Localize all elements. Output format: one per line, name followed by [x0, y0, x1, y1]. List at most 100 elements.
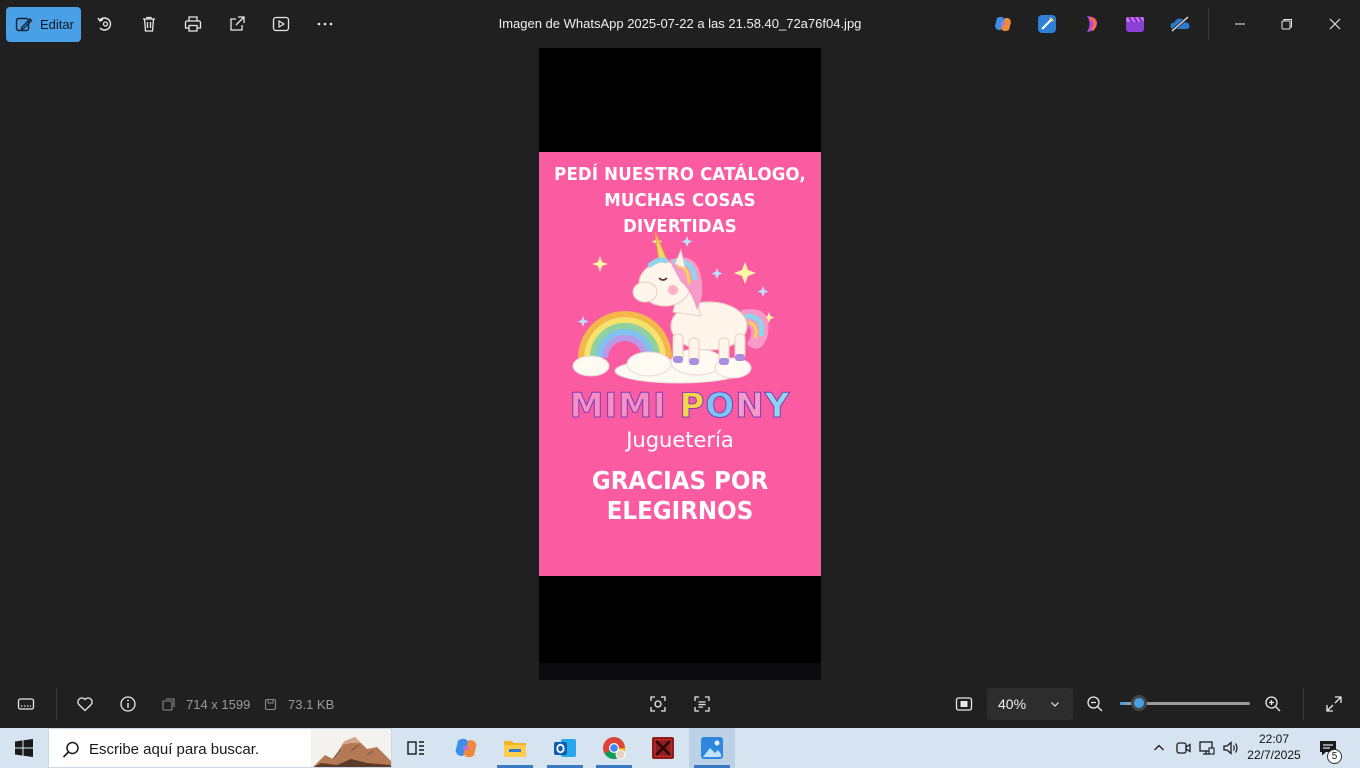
speaker-icon	[1223, 741, 1238, 755]
minimize-button[interactable]	[1217, 0, 1263, 48]
chevron-up-icon	[1154, 744, 1164, 751]
clipchamp-icon[interactable]	[1082, 14, 1102, 34]
poster-thanks-line1: GRACIAS POR	[591, 466, 769, 495]
zoom-out-button[interactable]	[1083, 692, 1107, 716]
top-toolbar: Editar Imagen de WhatsApp 2025-07-22 a l…	[0, 0, 1360, 48]
taskbar-outlook[interactable]	[544, 728, 586, 768]
info-icon	[120, 696, 136, 712]
chrome-icon	[603, 737, 626, 760]
image-viewer-canvas[interactable]: PEDÍ NUESTRO CATÁLOGO, MUCHAS COSAS DIVE…	[0, 48, 1360, 680]
window-title: Imagen de WhatsApp 2025-07-22 a las 21.5…	[498, 16, 862, 31]
fullscreen-button[interactable]	[1322, 692, 1346, 716]
photo-bottom-edge	[539, 663, 821, 680]
brand-letter: O	[705, 386, 736, 427]
volume-button[interactable]	[1220, 728, 1242, 768]
filmstrip-icon	[17, 698, 35, 710]
show-hidden-icons-button[interactable]	[1148, 728, 1170, 768]
text-scan-button[interactable]	[690, 692, 714, 716]
task-view-icon	[407, 741, 424, 755]
task-view-button[interactable]	[395, 728, 437, 768]
video-editor-icon[interactable]	[1125, 14, 1145, 34]
outlook-icon	[554, 739, 576, 757]
restore-icon	[1281, 19, 1292, 30]
photos-icon	[701, 737, 723, 759]
edit-button[interactable]: Editar	[6, 7, 81, 42]
share-icon	[230, 16, 245, 31]
poster-thanks: GRACIAS POR ELEGIRNOS	[550, 466, 809, 526]
print-button[interactable]	[181, 12, 205, 36]
file-size-icon	[264, 698, 277, 711]
brand-name: MIMI PONY	[539, 386, 821, 427]
visual-search-button[interactable]	[646, 692, 670, 716]
poster: PEDÍ NUESTRO CATÁLOGO, MUCHAS COSAS DIVE…	[539, 152, 821, 576]
filmstrip-button[interactable]	[14, 692, 38, 716]
delete-icon	[143, 16, 155, 32]
rotate-icon	[97, 17, 112, 31]
close-button[interactable]	[1312, 0, 1358, 48]
brand-name-mimi: MIMI	[569, 386, 667, 427]
onedrive-icon[interactable]	[1169, 14, 1191, 34]
displayed-photo[interactable]: PEDÍ NUESTRO CATÁLOGO, MUCHAS COSAS DIVE…	[539, 48, 821, 680]
taskbar-search-box[interactable]: Escribe aquí para buscar.	[48, 728, 392, 768]
zoom-level-value: 40%	[998, 696, 1027, 712]
taskbar-file-explorer[interactable]	[494, 728, 536, 768]
slideshow-icon	[272, 16, 290, 32]
more-button[interactable]	[313, 12, 337, 36]
folder-icon	[504, 741, 526, 757]
zoom-slider-thumb[interactable]	[1131, 695, 1147, 711]
image-size-icon	[162, 698, 175, 711]
maximize-button[interactable]	[1264, 0, 1310, 48]
start-button[interactable]	[0, 728, 48, 768]
chevron-down-icon	[1051, 702, 1059, 707]
meet-now-button[interactable]	[1172, 728, 1194, 768]
brand-letter: Y	[764, 386, 791, 427]
poster-headline-line1: PEDÍ NUESTRO CATÁLOGO,	[554, 164, 806, 185]
designer-icon[interactable]	[1037, 14, 1057, 34]
info-button[interactable]	[116, 692, 140, 716]
brand-letter: P	[679, 386, 706, 427]
edit-button-label: Editar	[40, 17, 74, 32]
search-placeholder: Escribe aquí para buscar.	[89, 741, 260, 758]
rotate-button[interactable]	[93, 12, 117, 36]
taskbar-clock[interactable]: 22:07 22/7/2025	[1246, 731, 1302, 763]
taskbar-game-app[interactable]	[642, 728, 684, 768]
copilot-icon	[455, 738, 477, 758]
bottom-toolbar: 714 x 1599 73.1 KB 40%	[0, 680, 1360, 728]
more-icon	[317, 22, 333, 26]
clock-time: 22:07	[1258, 732, 1290, 746]
zoom-level-dropdown[interactable]: 40%	[987, 688, 1073, 720]
minimize-icon	[1235, 23, 1245, 25]
notification-count-badge: 5	[1327, 749, 1342, 764]
taskbar-chrome[interactable]	[593, 728, 635, 768]
network-icon	[1199, 741, 1215, 755]
image-dimensions: 714 x 1599	[186, 697, 251, 712]
copilot-icon[interactable]	[993, 14, 1013, 34]
close-icon	[1329, 18, 1341, 30]
windows-logo-icon	[15, 739, 33, 757]
share-button[interactable]	[225, 12, 249, 36]
windows-taskbar: Escribe aquí para buscar. 22:07 22/7/202…	[0, 728, 1360, 768]
fit-to-window-button[interactable]	[952, 692, 976, 716]
delete-button[interactable]	[137, 12, 161, 36]
unicorn-illustration	[572, 231, 775, 384]
print-icon	[184, 16, 202, 32]
favorite-button[interactable]	[73, 692, 97, 716]
slideshow-button[interactable]	[269, 12, 293, 36]
zoom-in-button[interactable]	[1261, 692, 1285, 716]
search-icon	[62, 741, 79, 758]
edit-icon	[15, 17, 33, 31]
zoom-slider-fill	[1120, 702, 1127, 705]
taskbar-photos[interactable]	[689, 728, 735, 768]
meet-now-icon	[1176, 742, 1191, 754]
taskbar-copilot[interactable]	[445, 728, 487, 768]
visual-search-icon	[650, 696, 666, 712]
search-highlight-image	[311, 729, 391, 767]
brand-letter: N	[735, 386, 765, 427]
file-size: 73.1 KB	[288, 697, 335, 712]
bottom-divider	[1303, 688, 1304, 720]
network-button[interactable]	[1196, 728, 1218, 768]
toolbar-divider	[1208, 8, 1209, 40]
brand-subtitle: Juguetería	[626, 428, 734, 452]
zoom-slider[interactable]	[1120, 695, 1250, 711]
bottom-divider	[56, 688, 57, 720]
